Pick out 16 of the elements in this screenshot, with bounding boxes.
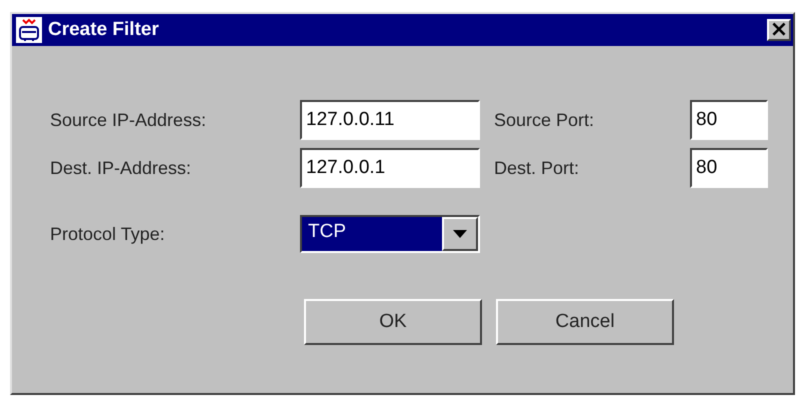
port-field[interactable]: 80 bbox=[690, 100, 768, 140]
window-title: Create Filter bbox=[48, 19, 160, 41]
field-label: Dest. IP-Address: bbox=[50, 158, 192, 178]
protocol-dropdown[interactable]: TCP bbox=[300, 215, 480, 253]
field-label: Dest. Port: bbox=[494, 158, 580, 178]
dialog-button[interactable]: Cancel bbox=[496, 299, 674, 345]
ip-address-field[interactable]: 127.0.0.11 bbox=[300, 100, 480, 140]
app-icon bbox=[16, 17, 42, 43]
ip-address-field[interactable]: 127.0.0.1 bbox=[300, 148, 480, 188]
caret-icon bbox=[453, 230, 467, 238]
field-label: Source Port: bbox=[494, 110, 596, 130]
port-field[interactable]: 80 bbox=[690, 148, 768, 188]
dialog-button[interactable]: OK bbox=[304, 299, 482, 345]
close-button[interactable]: × bbox=[767, 19, 791, 41]
field-label: Source IP-Address: bbox=[50, 110, 208, 130]
field-label: Protocol Type: bbox=[50, 224, 166, 244]
